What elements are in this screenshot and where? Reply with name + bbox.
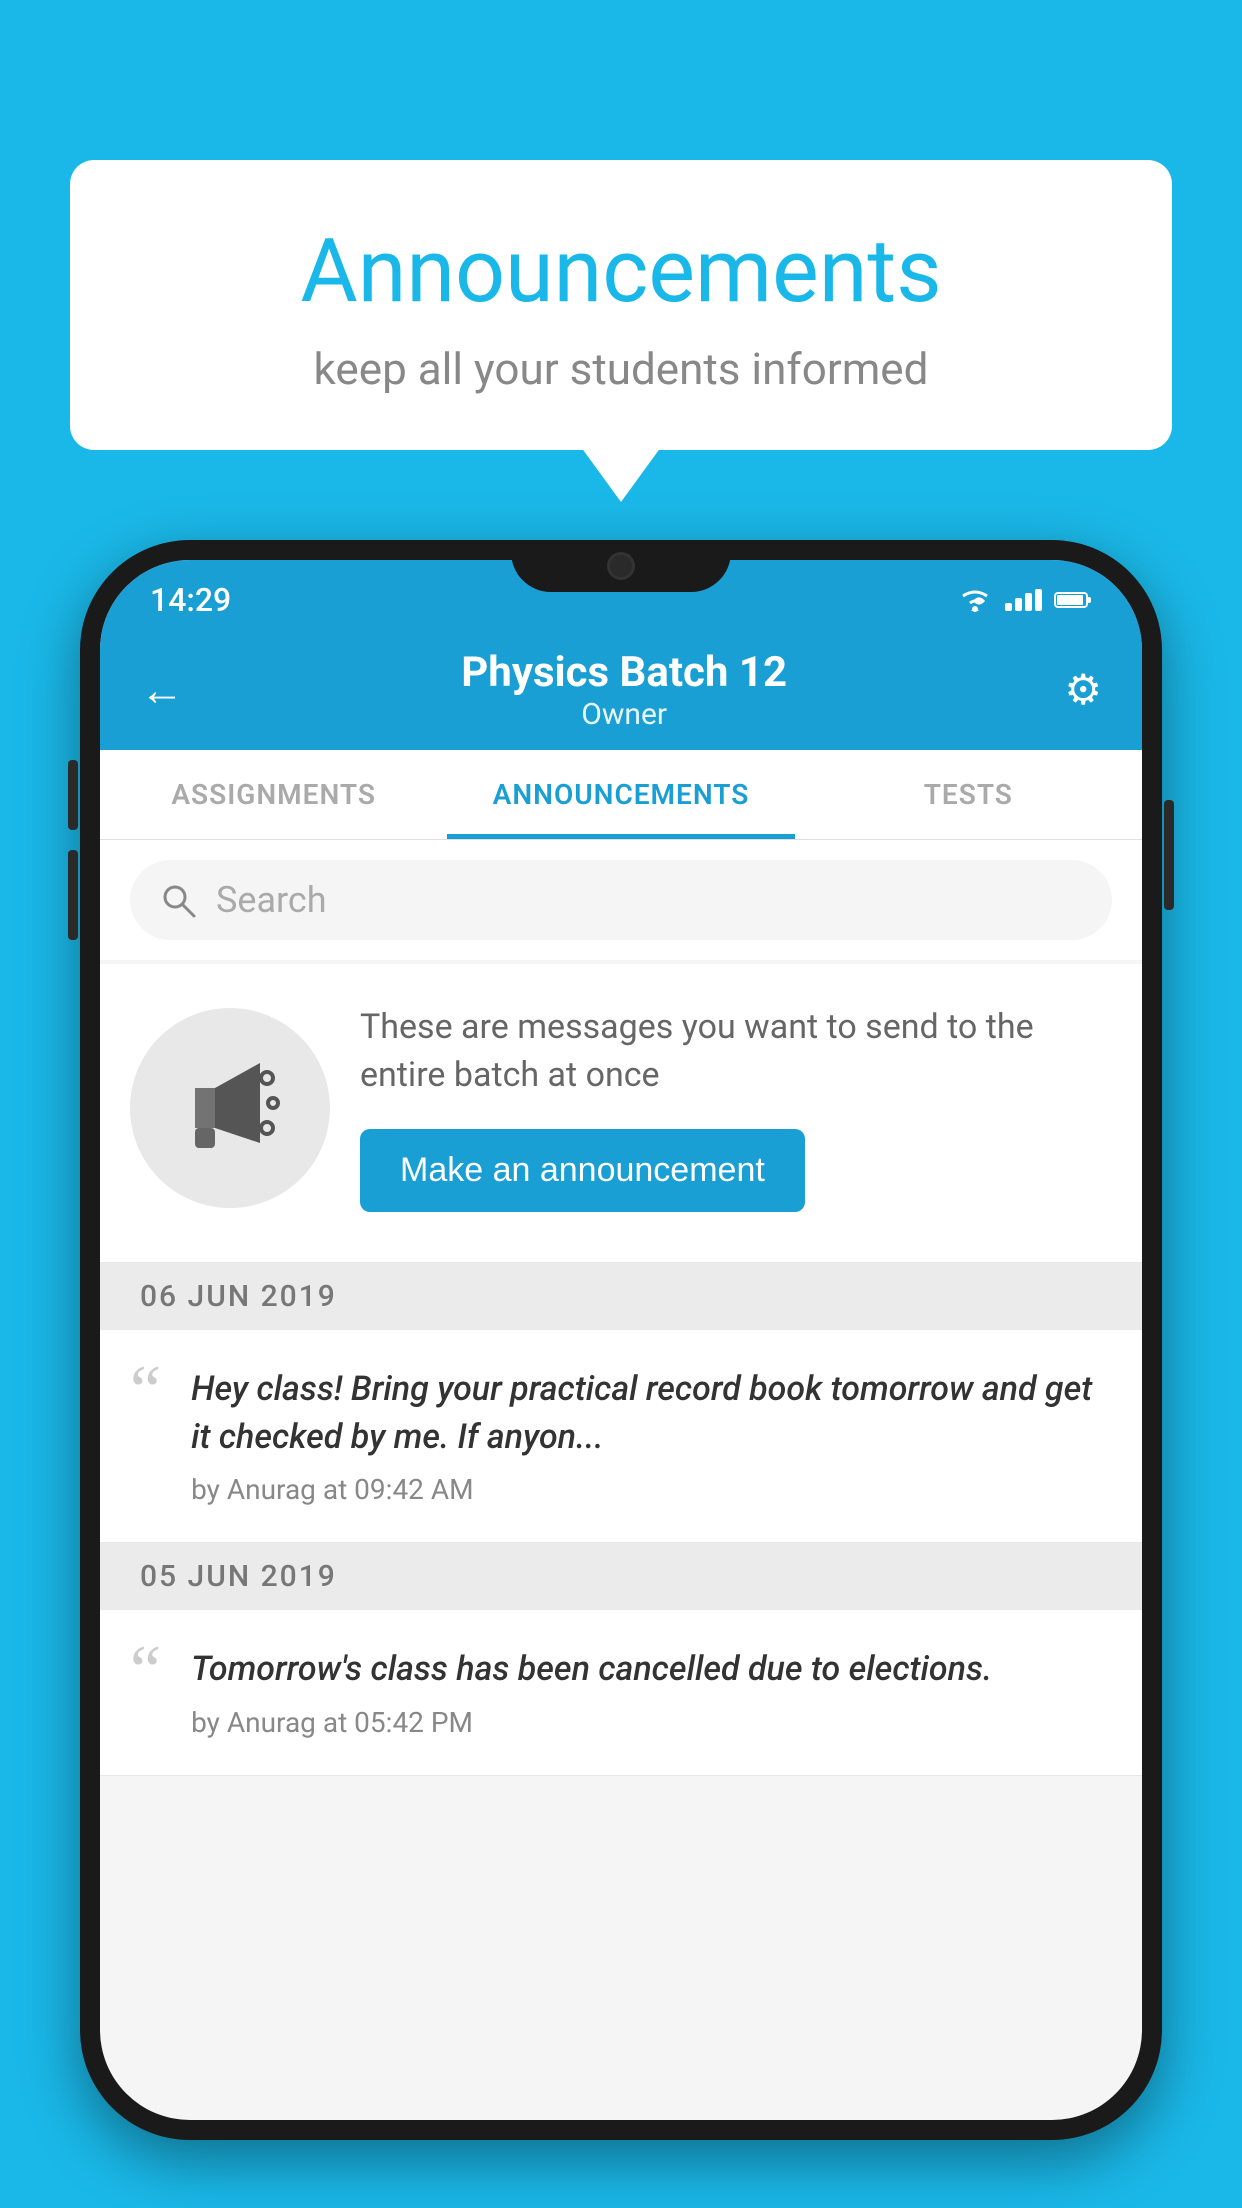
tab-bar: ASSIGNMENTS ANNOUNCEMENTS TESTS [100,750,1142,840]
settings-button[interactable]: ⚙ [1064,665,1102,715]
announcement-content-1: Hey class! Bring your practical record b… [191,1366,1112,1506]
search-icon [160,882,196,918]
phone-screen: 14:29 [100,560,1142,2120]
tab-assignments[interactable]: ASSIGNMENTS [100,750,447,839]
signal-icon [1005,589,1042,611]
header-subtitle: Owner [461,697,787,732]
phone-wrapper: 14:29 [80,540,1162,2208]
quote-icon-1: “ [130,1356,161,1426]
speech-bubble-title: Announcements [120,220,1122,323]
promo-icon-circle [130,1008,330,1208]
speech-bubble-container: Announcements keep all your students inf… [70,160,1172,450]
power-button [1164,800,1174,910]
announcement-item-1[interactable]: “ Hey class! Bring your practical record… [100,1330,1142,1543]
promo-text: These are messages you want to send to t… [360,1004,1112,1099]
announcement-content-2: Tomorrow's class has been cancelled due … [191,1646,1112,1739]
promo-content: These are messages you want to send to t… [360,1004,1112,1212]
header-title-block: Physics Batch 12 Owner [461,648,787,732]
search-bar[interactable]: Search [130,860,1112,940]
phone-notch [511,540,731,592]
speech-bubble-subtitle: keep all your students informed [120,343,1122,395]
volume-up-button [68,760,78,830]
announcement-meta-2: by Anurag at 05:42 PM [191,1706,1112,1739]
make-announcement-button[interactable]: Make an announcement [360,1129,805,1212]
wifi-icon [957,587,993,613]
announcement-text-1: Hey class! Bring your practical record b… [191,1366,1112,1461]
tab-announcements[interactable]: ANNOUNCEMENTS [447,750,794,839]
status-time: 14:29 [150,581,231,619]
date-separator-2: 05 JUN 2019 [100,1543,1142,1610]
volume-down-button [68,850,78,940]
speech-bubble: Announcements keep all your students inf… [70,160,1172,450]
status-icons [957,587,1092,613]
announcement-item-2[interactable]: “ Tomorrow's class has been cancelled du… [100,1610,1142,1776]
search-placeholder: Search [216,879,327,921]
app-header: ← Physics Batch 12 Owner ⚙ [100,630,1142,750]
megaphone-icon [175,1053,285,1163]
search-container: Search [100,840,1142,960]
announcement-meta-1: by Anurag at 09:42 AM [191,1473,1112,1506]
announcement-text-2: Tomorrow's class has been cancelled due … [191,1646,1112,1694]
front-camera [607,552,635,580]
header-title: Physics Batch 12 [461,648,787,697]
date-separator-1: 06 JUN 2019 [100,1263,1142,1330]
quote-icon-2: “ [130,1636,161,1706]
promo-card: These are messages you want to send to t… [100,964,1142,1263]
phone-frame: 14:29 [80,540,1162,2140]
battery-icon [1054,590,1092,610]
back-button[interactable]: ← [140,664,184,716]
tab-tests[interactable]: TESTS [795,750,1142,839]
